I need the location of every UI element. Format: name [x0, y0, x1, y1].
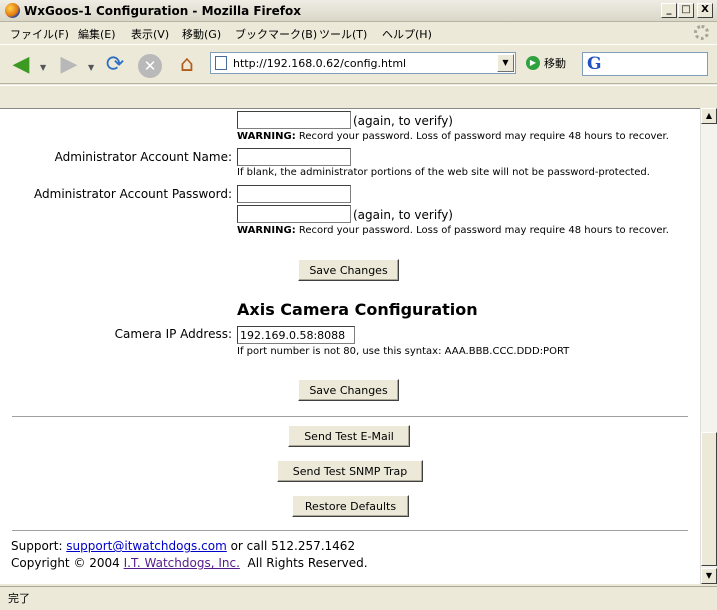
warning-bold: WARNING: [237, 131, 296, 142]
forward-arrow-icon[interactable]: ▶ [56, 53, 82, 77]
window-title: WxGoos-1 Configuration - Mozilla Firefox [24, 4, 301, 18]
admin-password-verify-field[interactable] [237, 205, 351, 223]
close-button[interactable]: X [697, 3, 713, 18]
url-dropdown-icon[interactable]: ▼ [497, 54, 514, 72]
support-line: Support: support@itwatchdogs.com or call… [11, 539, 355, 553]
password-verify-field[interactable] [237, 111, 351, 129]
menu-bookmarks[interactable]: ブックマーク(B) [235, 26, 317, 42]
go-label: 移動 [544, 57, 566, 70]
stop-icon[interactable]: ✕ [138, 54, 162, 78]
scroll-thumb[interactable] [701, 432, 717, 566]
bookmarks-toolbar [0, 85, 717, 107]
save-changes-button[interactable]: Save Changes [298, 259, 399, 281]
back-arrow-icon[interactable]: ◀ [8, 53, 34, 77]
google-search-icon[interactable]: G [587, 54, 602, 74]
password-warning-2: WARNING: Record your password. Loss of p… [237, 225, 669, 236]
copyright-prefix: Copyright © 2004 [11, 556, 124, 570]
divider-2 [12, 530, 688, 532]
status-text: 完了 [8, 592, 30, 605]
camera-ip-hint: If port number is not 80, use this synta… [237, 346, 570, 357]
menu-view[interactable]: 表示(V) [131, 26, 169, 42]
divider [12, 416, 688, 418]
support-prefix: Support: [11, 539, 67, 553]
menu-edit[interactable]: 編集(E) [78, 26, 116, 42]
warning-text: Record your password. Loss of password m… [295, 131, 669, 142]
url-input[interactable] [233, 54, 491, 72]
url-bar[interactable]: ▼ [210, 52, 516, 74]
vertical-scrollbar[interactable]: ▲ ▼ [700, 108, 717, 584]
copyright-suffix: All Rights Reserved. [239, 556, 368, 570]
support-email-link[interactable]: support@itwatchdogs.com [66, 539, 226, 553]
back-dropdown-icon[interactable]: ▼ [40, 63, 46, 72]
menu-tools[interactable]: ツール(T) [319, 26, 367, 42]
home-icon[interactable]: ⌂ [174, 53, 200, 77]
page-content: (again, to verify) WARNING: Record your … [0, 108, 700, 584]
camera-ip-label: Camera IP Address: [114, 327, 232, 341]
send-test-snmp-button[interactable]: Send Test SNMP Trap [277, 460, 423, 482]
restore-defaults-button[interactable]: Restore Defaults [292, 495, 409, 517]
warning-bold-2: WARNING: [237, 225, 296, 236]
search-input[interactable] [605, 55, 703, 73]
search-box[interactable]: G [582, 52, 708, 76]
admin-name-field[interactable] [237, 148, 351, 166]
password-warning: WARNING: Record your password. Loss of p… [237, 131, 669, 142]
go-button[interactable]: ▶ 移動 [526, 55, 566, 73]
send-test-email-button[interactable]: Send Test E-Mail [288, 425, 410, 447]
again-verify-label: (again, to verify) [353, 114, 453, 128]
go-arrow-icon: ▶ [526, 56, 540, 70]
admin-password-field[interactable] [237, 185, 351, 203]
admin-name-label: Administrator Account Name: [54, 150, 232, 164]
company-link[interactable]: I.T. Watchdogs, Inc. [124, 556, 240, 570]
scroll-down-icon[interactable]: ▼ [701, 568, 717, 584]
forward-dropdown-icon[interactable]: ▼ [88, 63, 94, 72]
minimize-button[interactable]: _ [661, 3, 677, 18]
maximize-button[interactable]: □ [678, 3, 694, 18]
throbber-icon [694, 25, 709, 40]
camera-ip-field[interactable] [237, 326, 355, 344]
menu-bar: ファイル(F) 編集(E) 表示(V) 移動(G) ブックマーク(B) ツール(… [0, 22, 717, 44]
copyright-line: Copyright © 2004 I.T. Watchdogs, Inc. Al… [11, 556, 368, 570]
status-bar: 完了 [0, 586, 717, 610]
admin-password-label: Administrator Account Password: [34, 187, 232, 201]
window-titlebar: WxGoos-1 Configuration - Mozilla Firefox… [0, 0, 717, 22]
admin-name-hint: If blank, the administrator portions of … [237, 167, 650, 178]
warning-text-2: Record your password. Loss of password m… [295, 225, 669, 236]
again-verify-label-2: (again, to verify) [353, 208, 453, 222]
scroll-up-icon[interactable]: ▲ [701, 108, 717, 124]
save-changes-button-2[interactable]: Save Changes [298, 379, 399, 401]
page-icon [215, 56, 227, 70]
reload-icon[interactable]: ⟳ [102, 53, 128, 77]
camera-heading: Axis Camera Configuration [237, 300, 478, 319]
firefox-logo-icon [5, 3, 20, 18]
menu-go[interactable]: 移動(G) [182, 26, 221, 42]
support-suffix: or call 512.257.1462 [226, 539, 356, 553]
menu-file[interactable]: ファイル(F) [10, 26, 69, 42]
menu-help[interactable]: ヘルプ(H) [382, 26, 432, 42]
